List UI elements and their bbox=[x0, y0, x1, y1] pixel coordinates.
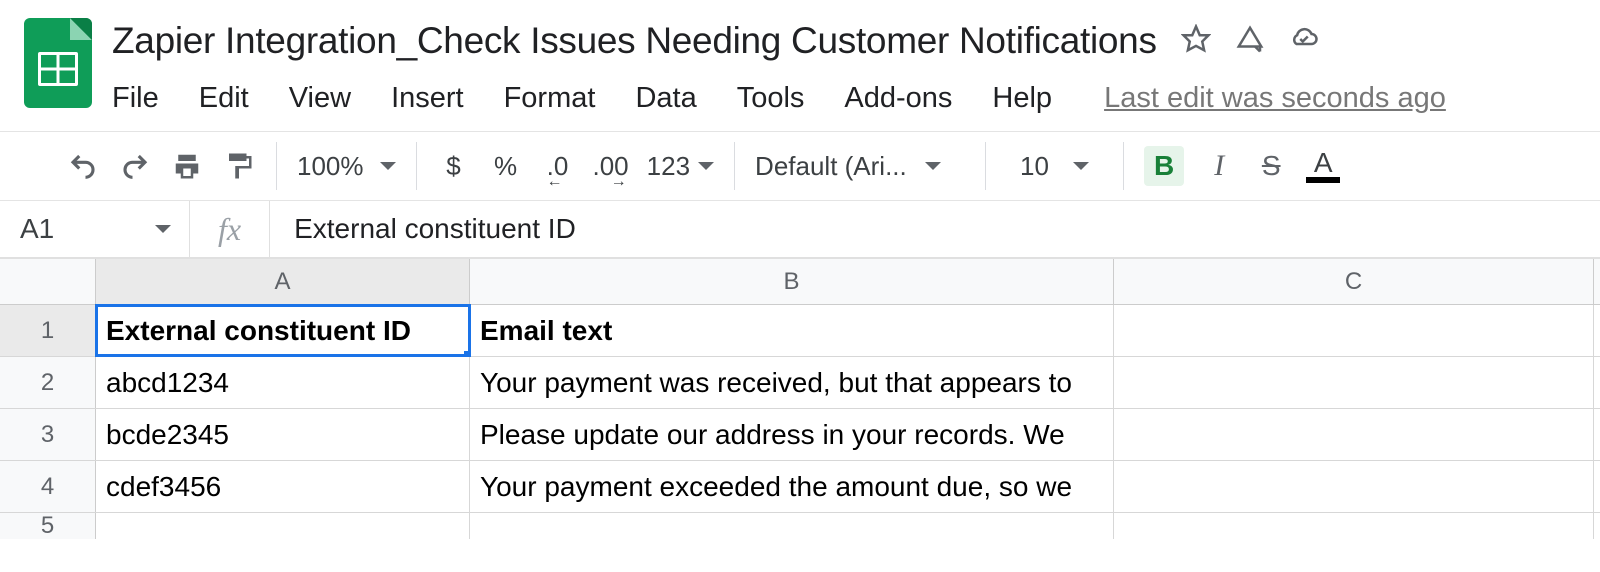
menu-tools[interactable]: Tools bbox=[717, 78, 825, 119]
cell-A2[interactable]: abcd1234 bbox=[96, 357, 470, 408]
row-header-1[interactable]: 1 bbox=[0, 305, 96, 356]
sheets-logo[interactable] bbox=[24, 18, 92, 108]
increase-decimal-button[interactable]: .00→ bbox=[593, 149, 629, 183]
column-header-C[interactable]: C bbox=[1114, 259, 1594, 304]
menu-view[interactable]: View bbox=[269, 78, 371, 119]
bold-button[interactable]: B bbox=[1144, 146, 1184, 186]
undo-icon[interactable] bbox=[66, 149, 100, 183]
cell-B4[interactable]: Your payment exceeded the amount due, so… bbox=[470, 461, 1114, 512]
cell-B1[interactable]: Email text bbox=[470, 305, 1114, 356]
chevron-down-icon bbox=[155, 225, 171, 233]
fx-icon: fx bbox=[190, 201, 270, 257]
move-icon[interactable] bbox=[1235, 24, 1265, 59]
decrease-decimal-button[interactable]: .0← bbox=[541, 149, 575, 183]
text-color-button[interactable]: A bbox=[1306, 149, 1340, 183]
name-box[interactable]: A1 bbox=[0, 201, 190, 257]
menu-data[interactable]: Data bbox=[615, 78, 716, 119]
font-family-dropdown[interactable]: Default (Ari... bbox=[755, 151, 965, 182]
menu-insert[interactable]: Insert bbox=[371, 78, 484, 119]
last-edit-link[interactable]: Last edit was seconds ago bbox=[1104, 82, 1446, 115]
cell-B2[interactable]: Your payment was received, but that appe… bbox=[470, 357, 1114, 408]
font-size-value: 10 bbox=[1020, 151, 1049, 182]
italic-button[interactable]: I bbox=[1202, 149, 1236, 183]
redo-icon[interactable] bbox=[118, 149, 152, 183]
zoom-dropdown[interactable]: 100% bbox=[297, 151, 396, 182]
cell-C4[interactable] bbox=[1114, 461, 1594, 512]
chevron-down-icon bbox=[925, 162, 941, 170]
cell-A4[interactable]: cdef3456 bbox=[96, 461, 470, 512]
format-currency-button[interactable]: $ bbox=[437, 149, 471, 183]
strikethrough-button[interactable]: S bbox=[1254, 149, 1288, 183]
format-percent-button[interactable]: % bbox=[489, 149, 523, 183]
name-box-value: A1 bbox=[20, 213, 54, 245]
menu-edit[interactable]: Edit bbox=[179, 78, 269, 119]
column-header-B[interactable]: B bbox=[470, 259, 1114, 304]
cell-C3[interactable] bbox=[1114, 409, 1594, 460]
cell-B5[interactable] bbox=[470, 513, 1114, 539]
row-header-5[interactable]: 5 bbox=[0, 513, 96, 539]
row-header-3[interactable]: 3 bbox=[0, 409, 96, 460]
cell-C5[interactable] bbox=[1114, 513, 1594, 539]
cell-B3[interactable]: Please update our address in your record… bbox=[470, 409, 1114, 460]
select-all-corner[interactable] bbox=[0, 259, 96, 304]
cell-A5[interactable] bbox=[96, 513, 470, 539]
chevron-down-icon bbox=[1073, 162, 1089, 170]
row-header-4[interactable]: 4 bbox=[0, 461, 96, 512]
font-size-dropdown[interactable]: 10 bbox=[1006, 151, 1103, 182]
chevron-down-icon bbox=[380, 162, 396, 170]
doc-title[interactable]: Zapier Integration_Check Issues Needing … bbox=[112, 20, 1157, 62]
zoom-value: 100% bbox=[297, 151, 364, 182]
font-name: Default (Ari... bbox=[755, 151, 907, 182]
menu-format[interactable]: Format bbox=[484, 78, 616, 119]
cell-C1[interactable] bbox=[1114, 305, 1594, 356]
spreadsheet-grid[interactable]: A B C 1 External constituent ID Email te… bbox=[0, 259, 1600, 539]
more-formats-dropdown[interactable]: 123 bbox=[647, 149, 714, 183]
print-icon[interactable] bbox=[170, 149, 204, 183]
row-header-2[interactable]: 2 bbox=[0, 357, 96, 408]
formula-bar[interactable]: External constituent ID bbox=[270, 213, 1600, 245]
cloud-saved-icon[interactable] bbox=[1289, 24, 1319, 59]
column-header-A[interactable]: A bbox=[96, 259, 470, 304]
cell-A1[interactable]: External constituent ID bbox=[96, 305, 470, 356]
menu-help[interactable]: Help bbox=[972, 78, 1072, 119]
cell-A3[interactable]: bcde2345 bbox=[96, 409, 470, 460]
cell-C2[interactable] bbox=[1114, 357, 1594, 408]
star-icon[interactable] bbox=[1181, 24, 1211, 59]
chevron-down-icon bbox=[698, 162, 714, 170]
paint-format-icon[interactable] bbox=[222, 149, 256, 183]
menu-file[interactable]: File bbox=[112, 78, 179, 119]
menu-addons[interactable]: Add-ons bbox=[824, 78, 972, 119]
